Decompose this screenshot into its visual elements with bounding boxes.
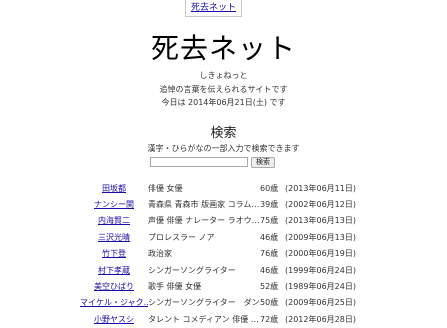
list-item: 三沢光晴 プロレスラー ノア 46歳 (2009年06月13日) (80, 229, 447, 245)
person-age: 46歳 (260, 265, 279, 275)
person-name-link[interactable]: マイケル・ジャク… (80, 297, 148, 308)
person-death-date: (2009年06月13日) (285, 232, 356, 242)
top-nav-tab: 死去ネット (185, 0, 242, 17)
list-item: ナンシー関 青森県 青森市 版画家 コラム… 39歳 (2002年06月12日) (80, 196, 447, 212)
person-death-date: (1989年06月24日) (285, 282, 356, 292)
site-reading: しきょねっと (199, 71, 248, 80)
person-death-date: (1999年06月24日) (285, 265, 356, 275)
person-death-date: (2012年06月28日) (285, 314, 356, 324)
person-death-date: (2013年06月13日) (285, 216, 356, 226)
person-occupation: タレント コメディアン 俳優 … (148, 314, 259, 324)
list-item: 小野ヤスシ タレント コメディアン 俳優 … 72歳 (2012年06月28日) (80, 311, 447, 327)
person-age: 52歳 (260, 282, 279, 292)
list-item: 美空ひばり 歌手 俳優 女優 52歳 (1989年06月24日) (80, 278, 447, 294)
list-item: 田坂都 俳優 女優 60歳 (2013年06月11日) (80, 180, 447, 196)
site-logo: 死去ネット (150, 32, 296, 65)
person-occupation: シンガーソングライター ダン… (148, 298, 260, 308)
person-name-link[interactable]: ナンシー関 (80, 199, 148, 210)
person-name-link[interactable]: 小野ヤスシ (80, 314, 148, 325)
person-death-date: (2002年06月12日) (285, 200, 356, 210)
list-item: 竹下登 政治家 76歳 (2000年06月19日) (80, 246, 447, 262)
person-occupation: 歌手 俳優 女優 (148, 282, 202, 292)
person-death-date: (2009年06月25日) (285, 298, 356, 308)
person-name-link[interactable]: 内海賢二 (80, 215, 148, 226)
person-occupation: 俳優 女優 (148, 183, 183, 193)
today-date: 今日は 2014年06月21日(土) です (161, 98, 286, 107)
person-name-link[interactable]: 竹下登 (80, 248, 148, 259)
list-item: マイケル・ジャク… シンガーソングライター ダン… 50歳 (2009年06月2… (80, 295, 447, 311)
person-occupation: 青森県 青森市 版画家 コラム… (148, 200, 260, 210)
site-tagline: 追悼の言葉を伝えられるサイトです (159, 85, 288, 94)
person-occupation: 政治家 (148, 249, 172, 259)
search-description: 漢字・ひらがなの一部入力で検索できます (147, 144, 300, 153)
person-name-link[interactable]: 三沢光晴 (80, 232, 148, 243)
search-input[interactable] (150, 157, 248, 167)
search-form: 検索 (150, 156, 275, 168)
list-item: 内海賢二 声優 俳優 ナレーター ラオウ… 75歳 (2013年06月13日) (80, 213, 447, 229)
person-age: 75歳 (260, 216, 279, 226)
person-age: 60歳 (260, 183, 279, 193)
person-age: 39歳 (260, 200, 279, 210)
person-name-link[interactable]: 美空ひばり (80, 281, 148, 292)
person-age: 76歳 (260, 249, 279, 259)
person-name-link[interactable]: 村下孝蔵 (80, 265, 148, 276)
search-heading: 検索 (210, 126, 237, 141)
person-occupation: プロレスラー ノア (148, 232, 215, 242)
site-home-link[interactable]: 死去ネット (191, 3, 236, 13)
person-death-date: (2000年06月19日) (285, 249, 356, 259)
person-name-link[interactable]: 田坂都 (80, 183, 148, 194)
list-item: 村下孝蔵 シンガーソングライター 46歳 (1999年06月24日) (80, 262, 447, 278)
person-age: 72歳 (260, 314, 279, 324)
person-age: 50歳 (260, 298, 279, 308)
person-occupation: 声優 俳優 ナレーター ラオウ… (148, 216, 260, 226)
deceased-list: 田坂都 俳優 女優 60歳 (2013年06月11日) ナンシー関 青森県 青森… (80, 180, 447, 328)
person-occupation: シンガーソングライター (148, 265, 236, 275)
search-button[interactable]: 検索 (251, 156, 275, 168)
person-age: 46歳 (260, 232, 279, 242)
person-death-date: (2013年06月11日) (285, 183, 356, 193)
